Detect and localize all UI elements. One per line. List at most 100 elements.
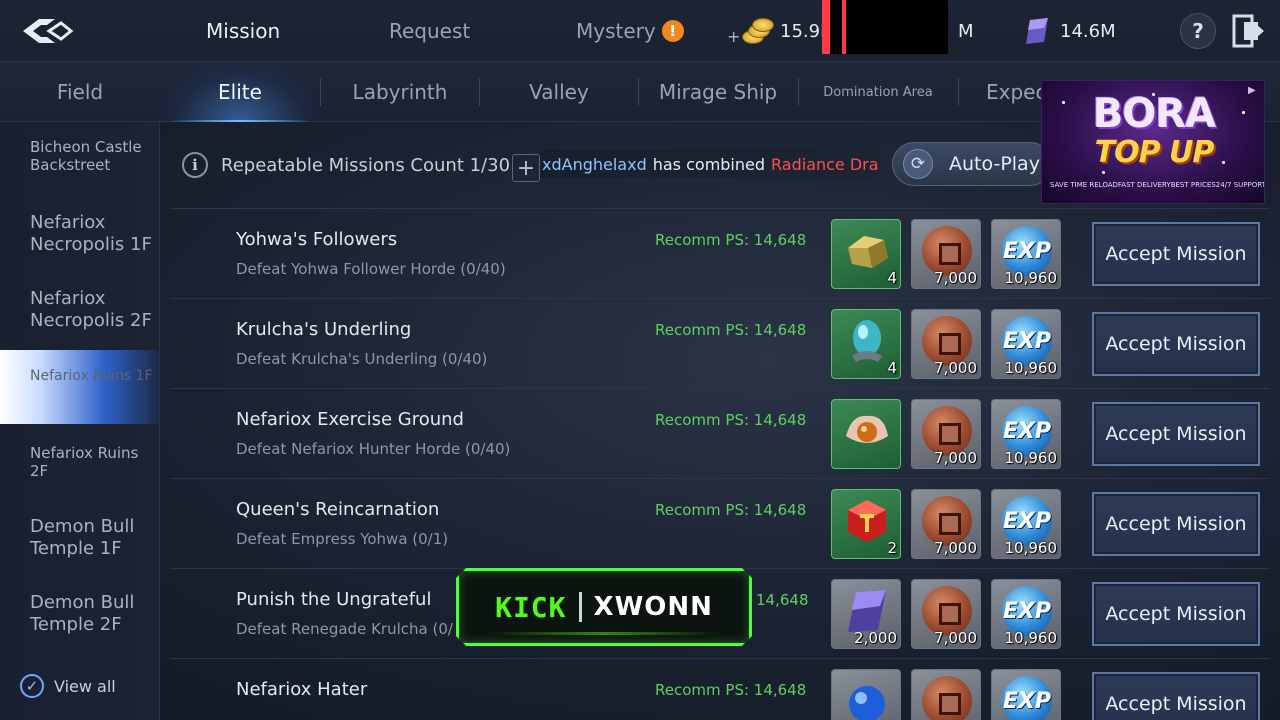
redacted-currency-suffix: M (958, 14, 974, 48)
ad-subtitle: TOP UP (1094, 135, 1215, 170)
mission-row: Nefariox Hater Recomm PS: 14,648 EXP Acc… (170, 658, 1270, 720)
subtab-expedition-label: Expec (986, 80, 1042, 104)
reward-slot[interactable] (831, 669, 901, 720)
reward-qty: 10,960 (1004, 269, 1058, 287)
reward-qty: 7,000 (934, 269, 977, 287)
reward-qty: 10,960 (1004, 629, 1058, 647)
reward-slot[interactable]: 7,000 (911, 219, 981, 289)
reward-slot[interactable]: 4 (831, 219, 901, 289)
reward-slot[interactable]: 7,000 (911, 489, 981, 559)
reward-slot[interactable]: EXP 10,960 (991, 219, 1061, 289)
reward-slot[interactable]: EXP 10,960 (991, 579, 1061, 649)
add-gold-icon[interactable]: + (727, 27, 740, 46)
reward-slot[interactable]: 4 (831, 309, 901, 379)
sidebar-item-label: Bicheon Castle Backstreet (30, 138, 142, 175)
subtab-elite[interactable]: Elite (160, 62, 320, 122)
ad-banner[interactable]: ▶ BORA TOP UP SAVE TIME RELOAD FAST DELI… (1041, 80, 1265, 204)
mission-row: Yohwa's Followers Defeat Yohwa Follower … (170, 208, 1270, 298)
reward-slot[interactable]: EXP 10,960 (991, 489, 1061, 559)
gold-currency[interactable]: 15.9K (740, 14, 832, 48)
tab-mystery-label: Mystery (576, 19, 656, 43)
reward-slot[interactable]: 7,000 (911, 309, 981, 379)
info-row: i Repeatable Missions Count 1/30 + xdAng… (160, 138, 1052, 194)
subtab-expedition[interactable]: Expec (958, 62, 1042, 122)
mission-title: Nefariox Hater (236, 679, 368, 700)
egg-icon (852, 320, 882, 362)
subtab-labyrinth-label: Labyrinth (352, 80, 448, 104)
back-arrow-icon (23, 19, 74, 43)
subtab-field[interactable]: Field (0, 62, 160, 122)
tab-mystery[interactable]: Mystery ! (576, 16, 684, 46)
accept-mission-button[interactable]: Accept Mission (1092, 582, 1260, 646)
tab-request-label: Request (389, 19, 471, 43)
red-marker (822, 0, 830, 54)
subtab-valley[interactable]: Valley (479, 62, 639, 122)
sidebar-item-label: Nefariox Ruins 1F (30, 368, 153, 384)
ad-feature: SAVE TIME RELOAD (1050, 181, 1118, 189)
view-all-toggle[interactable]: ✓ View all (20, 674, 116, 698)
recommended-ps: Recomm PS: 14,648 (655, 501, 807, 519)
mission-objective: Defeat Renegade Krulcha (0/ (236, 620, 453, 638)
reward-slot[interactable]: 2,000 (831, 579, 901, 649)
stream-overlay: KICK XWONN (456, 568, 752, 646)
subtab-domination-area[interactable]: Domination Area (798, 62, 958, 122)
subtab-mirage-ship-label: Mirage Ship (658, 80, 778, 104)
subtab-mirage-ship[interactable]: Mirage Ship (638, 62, 798, 122)
subtab-labyrinth[interactable]: Labyrinth (320, 62, 480, 122)
sidebar-item-ruins-1f[interactable]: Nefariox Ruins 1F (0, 350, 160, 424)
tab-request[interactable]: Request (389, 16, 470, 46)
crystal-amount: 14.6M (1060, 20, 1116, 42)
recommended-ps: 14,648 (756, 591, 809, 609)
redacted-suffix-text: M (958, 20, 974, 42)
back-button[interactable] (14, 10, 80, 52)
alert-icon: ! (661, 20, 684, 42)
help-button[interactable]: ? (1180, 13, 1216, 49)
mission-objective: Defeat Nefariox Hunter Horde (0/40) (236, 440, 511, 458)
redacted-block (822, 0, 948, 54)
sidebar-item-ruins-2f[interactable]: Nefariox Ruins 2F (0, 444, 160, 481)
overlay-scanline (489, 632, 719, 635)
exit-icon[interactable] (1230, 12, 1266, 50)
sidebar-item-necropolis-1f[interactable]: Nefariox Necropolis 1F (0, 212, 160, 256)
accept-mission-button[interactable]: Accept Mission (1092, 312, 1260, 376)
mission-objective: Defeat Krulcha's Underling (0/40) (236, 350, 488, 368)
reward-qty: 7,000 (934, 449, 977, 467)
sidebar-item-label: Nefariox Necropolis 2F (30, 288, 152, 331)
ad-feature: BEST PRICES (1170, 181, 1216, 189)
broadcast-ticker: xdAnghelaxd has combined Radiance Drago (540, 150, 878, 178)
reward-qty: 7,000 (934, 539, 977, 557)
accept-mission-label: Accept Mission (1105, 333, 1247, 355)
reward-slot[interactable]: EXP 10,960 (991, 309, 1061, 379)
mission-row: Queen's Reincarnation Defeat Empress Yoh… (170, 478, 1270, 568)
info-icon[interactable]: i (182, 152, 208, 178)
reward-slot[interactable]: EXP (991, 669, 1061, 720)
reward-slot[interactable]: 7,000 (911, 579, 981, 649)
reward-slot[interactable]: 2 (831, 489, 901, 559)
reward-slot[interactable] (911, 669, 981, 720)
accept-mission-button[interactable]: Accept Mission (1092, 222, 1260, 286)
sidebar-item-demon-bull-2f[interactable]: Demon Bull Temple 2F (0, 592, 160, 636)
accept-mission-button[interactable]: Accept Mission (1092, 402, 1260, 466)
accept-mission-button[interactable]: Accept Mission (1092, 492, 1260, 556)
auto-play-button[interactable]: ⟳ Auto-Play (892, 142, 1052, 186)
accept-mission-label: Accept Mission (1105, 243, 1247, 265)
add-count-button[interactable]: + (512, 154, 540, 182)
reward-slot[interactable]: 7,000 (911, 399, 981, 469)
reward-slot[interactable]: EXP 10,960 (991, 399, 1061, 469)
reward-slot[interactable] (831, 399, 901, 469)
accept-mission-button[interactable]: Accept Mission (1092, 672, 1260, 720)
kick-logo: KICK (495, 590, 567, 624)
tab-mission[interactable]: Mission (165, 0, 321, 62)
sidebar-item-demon-bull-1f[interactable]: Demon Bull Temple 1F (0, 516, 160, 560)
repeatable-count: Repeatable Missions Count 1/30 (221, 155, 511, 176)
gold-coins-icon (740, 16, 774, 46)
subtab-domination-area-label: Domination Area (823, 84, 933, 100)
reward-qty: 2 (887, 539, 897, 557)
sidebar-item-bicheon-castle[interactable]: Bicheon Castle Backstreet (0, 138, 160, 175)
crystal-icon (1026, 18, 1048, 44)
crystal-currency[interactable]: 14.6M (1022, 14, 1116, 48)
reward-qty: 4 (887, 359, 897, 377)
exp-icon: EXP (1002, 676, 1052, 720)
streamer-name: XWONN (593, 592, 713, 622)
sidebar-item-necropolis-2f[interactable]: Nefariox Necropolis 2F (0, 288, 160, 332)
